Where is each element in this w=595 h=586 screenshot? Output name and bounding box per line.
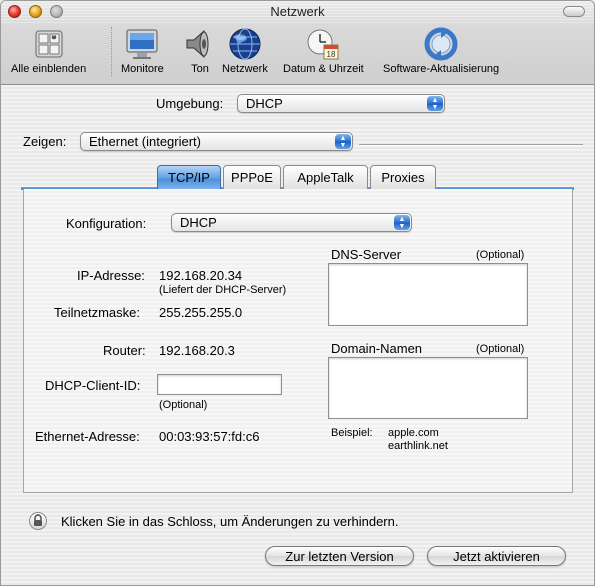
network-preferences-window: Netzwerk Alle einblenden Monitore Ton Ne… [0, 0, 595, 586]
tab-pppoe[interactable]: PPPoE [223, 165, 281, 189]
example-line2: earthlink.net [388, 440, 448, 452]
tab-appletalk[interactable]: AppleTalk [283, 165, 368, 189]
globe-icon [228, 27, 262, 61]
domain-optional: (Optional) [476, 343, 525, 355]
software-update-icon [424, 27, 458, 61]
toolbar-item-show-all[interactable]: Alle einblenden [11, 27, 86, 75]
ip-label: IP-Adresse: [77, 268, 145, 283]
domain-label: Domain-Namen [331, 341, 423, 356]
example-label: Beispiel: [331, 427, 373, 439]
config-popup[interactable]: DHCP ▲ ▼ [171, 213, 412, 232]
lock-text: Klicken Sie in das Schloss, um Änderunge… [61, 514, 399, 529]
ethernet-value: 00:03:93:57:fd:c6 [159, 429, 260, 444]
dns-server-field[interactable] [328, 263, 528, 326]
router-label: Router: [103, 343, 146, 358]
lock-button[interactable] [29, 512, 47, 530]
show-value: Ethernet (integriert) [89, 134, 201, 149]
ip-value: 192.168.20.34 [159, 268, 243, 283]
tab-label: PPPoE [231, 170, 273, 185]
dns-label: DNS-Server [331, 247, 402, 262]
subnet-value: 255.255.255.0 [159, 305, 243, 320]
toolbar-separator [111, 27, 112, 77]
show-all-icon [32, 27, 66, 61]
window-title: Netzwerk [270, 4, 325, 19]
toolbar-label: Software-Aktualisierung [383, 63, 500, 75]
speaker-icon [183, 27, 217, 61]
tab-label: TCP/IP [168, 170, 210, 185]
apply-now-button[interactable]: Jetzt aktivieren [427, 546, 566, 566]
ip-note: (Liefert der DHCP-Server) [159, 284, 287, 296]
config-value: DHCP [180, 215, 217, 230]
location-popup[interactable]: DHCP ▲ ▼ [237, 94, 445, 113]
titlebar: Netzwerk Alle einblenden Monitore Ton Ne… [1, 1, 594, 85]
monitor-icon [125, 27, 159, 61]
toolbar-toggle-button[interactable] [563, 6, 585, 17]
toolbar-label: Ton [191, 63, 209, 75]
toolbar-label: Monitore [121, 63, 164, 75]
tcpip-panel [23, 189, 573, 493]
subnet-label: Teilnetzmaske: [54, 305, 140, 320]
chevron-updown-icon: ▲ ▼ [394, 215, 410, 230]
divider [359, 144, 583, 146]
domain-names-field[interactable] [328, 357, 528, 419]
clock-calendar-icon: 18 [306, 27, 340, 61]
location-label: Umgebung: [156, 96, 224, 111]
client-id-note: (Optional) [159, 399, 208, 411]
toolbar-item-network[interactable]: Netzwerk [222, 27, 268, 75]
client-id-label: DHCP-Client-ID: [45, 378, 141, 393]
config-label: Konfiguration: [66, 216, 147, 231]
chevron-updown-icon: ▲ ▼ [427, 96, 443, 111]
tab-label: Proxies [381, 170, 425, 185]
toolbar-item-monitors[interactable]: Monitore [121, 27, 164, 75]
tab-label: AppleTalk [297, 170, 354, 185]
tab-proxies[interactable]: Proxies [370, 165, 436, 189]
client-id-field[interactable] [157, 374, 282, 395]
revert-button[interactable]: Zur letzten Version [265, 546, 414, 566]
tab-tcpip[interactable]: TCP/IP [157, 165, 221, 189]
toolbar-label: Netzwerk [222, 63, 268, 75]
toolbar-item-sound[interactable]: Ton [183, 27, 217, 75]
dns-optional: (Optional) [476, 249, 525, 261]
location-value: DHCP [246, 96, 283, 111]
svg-text:18: 18 [327, 50, 336, 59]
lock-icon [34, 514, 42, 526]
show-popup[interactable]: Ethernet (integriert) ▲ ▼ [80, 132, 353, 151]
toolbar-label: Datum & Uhrzeit [283, 63, 364, 75]
toolbar-label: Alle einblenden [11, 63, 87, 75]
ethernet-label: Ethernet-Adresse: [35, 429, 140, 444]
toolbar-item-date-time[interactable]: 18 Datum & Uhrzeit [283, 27, 364, 75]
chevron-updown-icon: ▲ ▼ [335, 134, 351, 149]
toolbar-item-software-update[interactable]: Software-Aktualisierung [383, 27, 499, 75]
router-value: 192.168.20.3 [159, 343, 235, 358]
show-label: Zeigen: [23, 134, 67, 149]
example-line1: apple.com [388, 427, 439, 439]
